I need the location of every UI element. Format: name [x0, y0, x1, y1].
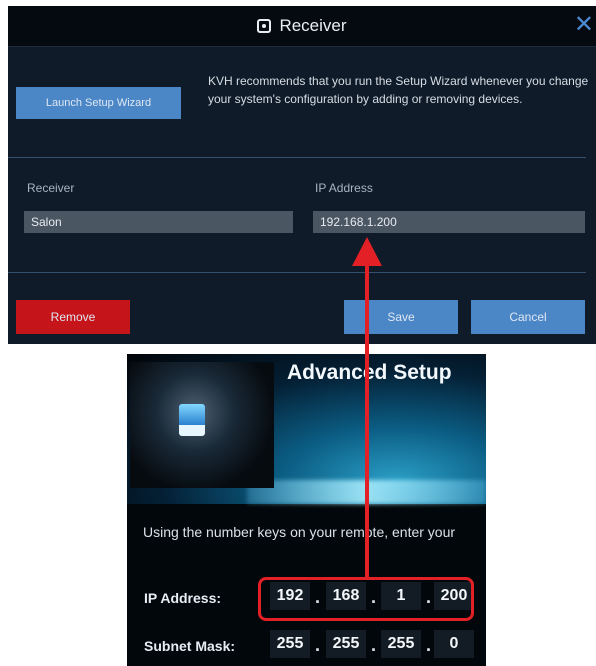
- octet-separator: .: [371, 635, 377, 655]
- ip-address-highlight-box: [258, 577, 474, 621]
- subnet-octet-1[interactable]: 255: [270, 630, 310, 658]
- receiver-label: Receiver: [27, 181, 75, 195]
- ip-address-label: IP Address: [315, 181, 373, 195]
- setup-wizard-info-text: KVH recommends that you run the Setup Wi…: [208, 74, 589, 106]
- tv-instructions: Using the number keys on your remote, en…: [143, 524, 456, 540]
- tv-title: Advanced Setup: [287, 361, 452, 384]
- launch-setup-wizard-button[interactable]: Launch Setup Wizard: [16, 87, 181, 119]
- ip-address-field[interactable]: 192.168.1.200: [313, 211, 585, 233]
- divider: [8, 157, 586, 158]
- save-button[interactable]: Save: [344, 300, 458, 334]
- receiver-name-field[interactable]: Salon: [24, 211, 293, 233]
- divider: [8, 272, 586, 273]
- tv-ip-address-label: IP Address:: [144, 590, 222, 606]
- tv-banner-glow: [247, 480, 486, 504]
- close-icon[interactable]: ✕: [574, 13, 594, 37]
- dialog-title: Receiver: [279, 16, 347, 35]
- tv-subnet-mask-label: Subnet Mask:: [144, 638, 236, 654]
- directv-logo-icon: [179, 404, 205, 436]
- octet-separator: .: [426, 635, 432, 655]
- subnet-octet-3[interactable]: 255: [381, 630, 421, 658]
- remove-button[interactable]: Remove: [16, 300, 130, 334]
- cancel-button[interactable]: Cancel: [471, 300, 585, 334]
- subnet-octet-2[interactable]: 255: [326, 630, 366, 658]
- octet-separator: .: [315, 635, 321, 655]
- receiver-icon: [257, 19, 272, 33]
- dialog-titlebar: Receiver ✕: [8, 6, 596, 47]
- subnet-octet-4[interactable]: 0: [434, 630, 474, 658]
- receiver-dialog: Receiver ✕ Launch Setup Wizard KVH recom…: [8, 6, 596, 344]
- dialog-title-group: Receiver: [8, 6, 596, 46]
- tv-thumbnail: [130, 362, 274, 488]
